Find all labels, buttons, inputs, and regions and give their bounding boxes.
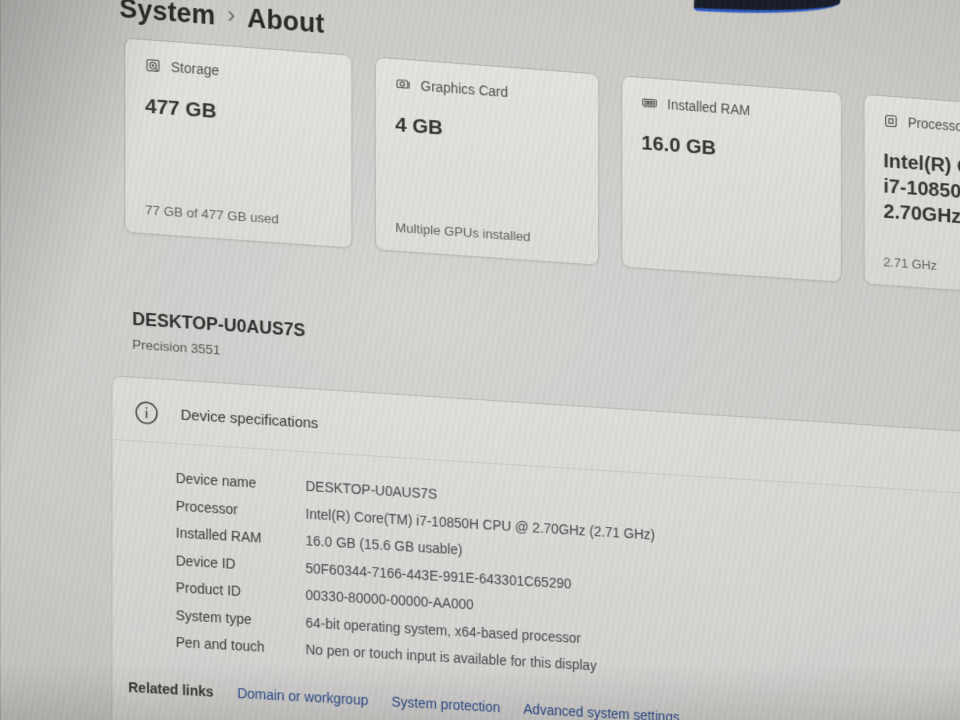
processor-card-caption: 2.71 GHz: [883, 254, 938, 273]
info-icon: [134, 400, 159, 426]
gpu-icon: [395, 76, 411, 93]
about-page: System › About Storage 477 GB 77 GB of 4…: [0, 0, 960, 720]
storage-icon: [145, 57, 161, 74]
processor-card: Processor Intel(R) Core(TM) i7-10850H CP…: [863, 93, 960, 300]
graphics-card-caption: Multiple GPUs installed: [395, 219, 531, 245]
breadcrumb: System › About: [119, 0, 324, 40]
storage-card-value: 477 GB: [145, 94, 217, 123]
device-model: Precision 3551: [132, 336, 221, 358]
installed-ram-value: 16.0 GB: [641, 131, 717, 160]
ram-icon: [641, 94, 657, 111]
chevron-right-icon: ›: [227, 1, 236, 29]
device-specifications-card: Device specifications Device name DESKTO…: [111, 375, 960, 720]
link-system-protection[interactable]: System protection: [392, 693, 501, 715]
graphics-card-label: Graphics Card: [420, 77, 508, 101]
device-specifications-title: Device specifications: [180, 406, 319, 433]
processor-card-value: Intel(R) Core(TM) i7-10850H CPU @ 2.70GH…: [883, 149, 960, 229]
installed-ram-label: Installed RAM: [667, 96, 751, 119]
storage-card-label: Storage: [170, 58, 220, 79]
link-advanced-system-settings[interactable]: Advanced system settings: [523, 700, 679, 720]
device-name: DESKTOP-U0AUS7S: [132, 308, 306, 341]
settings-window: System › About Storage 477 GB 77 GB of 4…: [0, 0, 960, 720]
related-links-title: Related links: [128, 678, 214, 700]
storage-card-caption: 77 GB of 477 GB used: [145, 202, 279, 227]
link-domain-or-workgroup[interactable]: Domain or workgroup: [237, 685, 368, 708]
graphics-card-value: 4 GB: [395, 113, 443, 140]
breadcrumb-system[interactable]: System: [119, 0, 215, 31]
installed-ram-card: Installed RAM 16.0 GB: [621, 75, 842, 283]
photo-frame: System › About Storage 477 GB 77 GB of 4…: [0, 0, 960, 720]
processor-card-label: Processor: [907, 114, 960, 135]
processor-icon: [883, 113, 898, 130]
device-name-block: DESKTOP-U0AUS7S Precision 3551: [132, 309, 305, 363]
breadcrumb-about: About: [247, 3, 325, 39]
summary-cards: Storage 477 GB 77 GB of 477 GB used Grap…: [124, 37, 960, 300]
graphics-card-card: Graphics Card 4 GB Multiple GPUs install…: [374, 56, 600, 266]
storage-card: Storage 477 GB 77 GB of 477 GB used: [124, 37, 353, 249]
